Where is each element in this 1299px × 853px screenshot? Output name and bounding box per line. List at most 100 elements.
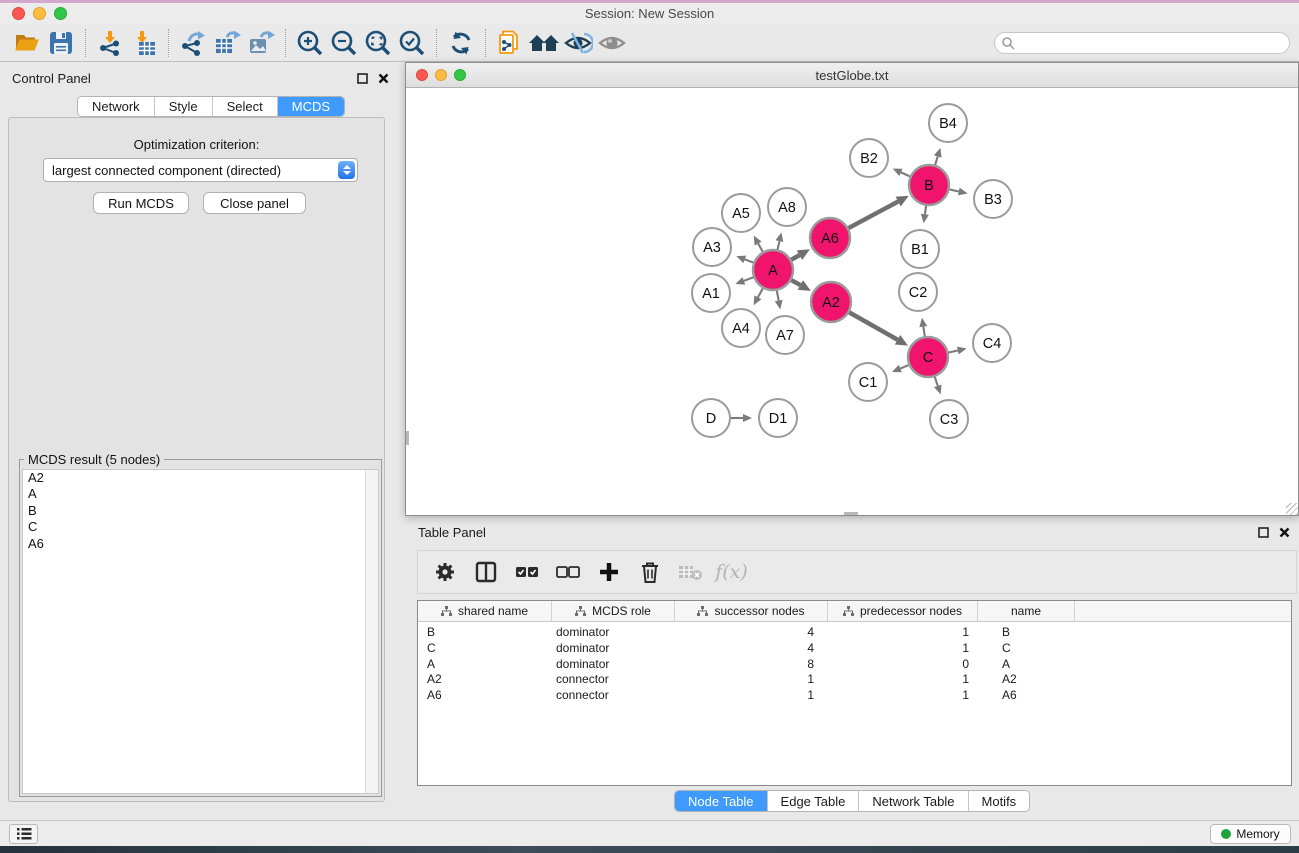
table-cell[interactable]: A [418, 657, 552, 673]
column-header-mcds-role[interactable]: MCDS role [552, 601, 675, 621]
graph-edge[interactable] [935, 156, 938, 165]
open-session-button[interactable] [10, 28, 44, 58]
table-row[interactable]: A2connector11A2 [418, 672, 1291, 688]
graph-edge[interactable] [758, 288, 763, 298]
refresh-button[interactable] [444, 28, 478, 58]
table-row[interactable]: Adominator80A [418, 657, 1291, 673]
table-cell[interactable]: connector [552, 688, 675, 704]
split-view-button[interactable] [467, 555, 504, 589]
graph-edge[interactable] [745, 259, 755, 263]
mcds-result-list[interactable]: A2ABCA6 [22, 469, 379, 794]
duplicate-network-button[interactable] [493, 28, 527, 58]
graph-edge[interactable] [790, 255, 799, 260]
mcds-result-item[interactable]: A [23, 486, 378, 502]
table-cell[interactable]: 1 [828, 625, 978, 641]
graph-edge[interactable] [777, 290, 779, 301]
table-cell[interactable]: A2 [978, 672, 1075, 688]
table-cell[interactable]: B [978, 625, 1075, 641]
graph-edge[interactable] [848, 202, 899, 229]
close-panel-icon[interactable] [378, 73, 389, 84]
task-history-button[interactable] [9, 824, 38, 844]
table-cell[interactable]: A2 [418, 672, 552, 688]
table-cell[interactable]: 1 [828, 641, 978, 657]
preview-button[interactable] [595, 28, 629, 58]
graph-edge[interactable] [948, 350, 958, 352]
search-input[interactable] [994, 32, 1290, 54]
graph-edge[interactable] [744, 277, 754, 281]
mcds-result-item[interactable]: B [23, 503, 378, 519]
table-cell[interactable]: dominator [552, 641, 675, 657]
tab-motifs[interactable]: Motifs [969, 791, 1030, 811]
delete-table-button[interactable] [672, 555, 709, 589]
home-button[interactable] [527, 28, 561, 58]
graph-edge[interactable] [777, 241, 779, 250]
column-header-shared-name[interactable]: shared name [418, 601, 552, 621]
column-header-name[interactable]: name [978, 601, 1075, 621]
network-graph[interactable]: B4B2BB3A5A8A3A6B1AA1C2A2A4A7C4CC1C3DD1 [406, 89, 1298, 512]
network-canvas[interactable]: B4B2BB3A5A8A3A6B1AA1C2A2A4A7C4CC1C3DD1 [406, 89, 1298, 511]
criterion-select[interactable]: largest connected component (directed) [43, 158, 358, 182]
tab-mcds[interactable]: MCDS [278, 97, 344, 116]
graph-edge[interactable] [901, 172, 911, 176]
table-cell[interactable]: 8 [675, 657, 828, 673]
table-cell[interactable]: A6 [978, 688, 1075, 704]
mcds-result-item[interactable]: A2 [23, 470, 378, 486]
table-cell[interactable]: connector [552, 672, 675, 688]
table-cell[interactable]: C [418, 641, 552, 657]
table-cell[interactable]: A6 [418, 688, 552, 704]
zoom-selected-button[interactable] [395, 28, 429, 58]
table-row[interactable]: Cdominator41C [418, 641, 1291, 657]
table-cell[interactable]: A [978, 657, 1075, 673]
tab-style[interactable]: Style [155, 97, 213, 116]
graph-edge[interactable] [925, 205, 926, 215]
graph-edge[interactable] [949, 189, 959, 191]
graph-edge[interactable] [934, 376, 937, 386]
table-cell[interactable]: dominator [552, 657, 675, 673]
hide-visual-button[interactable] [561, 28, 595, 58]
export-image-button[interactable] [244, 28, 278, 58]
tab-network[interactable]: Network [78, 97, 155, 116]
network-window-titlebar[interactable]: testGlobe.txt [406, 63, 1298, 88]
deselect-all-columns-button[interactable] [549, 555, 586, 589]
table-cell[interactable]: 1 [675, 672, 828, 688]
zoom-in-button[interactable] [293, 28, 327, 58]
tab-node-table[interactable]: Node Table [675, 791, 768, 811]
zoom-out-button[interactable] [327, 28, 361, 58]
window-resize-grip[interactable] [1286, 503, 1298, 515]
table-cell[interactable]: 4 [675, 641, 828, 657]
column-header-successor-nodes[interactable]: successor nodes [675, 601, 828, 621]
table-cell[interactable]: B [418, 625, 552, 641]
select-all-columns-button[interactable] [508, 555, 545, 589]
float-panel-icon[interactable] [357, 73, 368, 84]
float-panel-icon[interactable] [1258, 527, 1269, 538]
export-table-button[interactable] [210, 28, 244, 58]
table-cell[interactable]: 0 [828, 657, 978, 673]
tab-edge-table[interactable]: Edge Table [768, 791, 860, 811]
add-column-button[interactable] [590, 555, 627, 589]
table-cell[interactable]: 4 [675, 625, 828, 641]
import-network-button[interactable] [93, 28, 127, 58]
export-network-button[interactable] [176, 28, 210, 58]
import-table-button[interactable] [127, 28, 161, 58]
graph-edge[interactable] [791, 280, 801, 285]
function-builder-button[interactable]: f(x) [713, 555, 750, 589]
table-cell[interactable]: C [978, 641, 1075, 657]
save-session-button[interactable] [44, 28, 78, 58]
tab-select[interactable]: Select [213, 97, 278, 116]
mcds-result-item[interactable]: A6 [23, 536, 378, 552]
tab-network-table[interactable]: Network Table [859, 791, 968, 811]
graph-edge[interactable] [900, 365, 909, 369]
graph-edge[interactable] [848, 312, 897, 340]
table-cell[interactable]: 1 [828, 688, 978, 704]
column-header-predecessor-nodes[interactable]: predecessor nodes [828, 601, 978, 621]
memory-button[interactable]: Memory [1210, 824, 1291, 844]
table-cell[interactable]: dominator [552, 625, 675, 641]
graph-edge[interactable] [758, 244, 763, 253]
table-cell[interactable]: 1 [828, 672, 978, 688]
table-cell[interactable]: 1 [675, 688, 828, 704]
table-row[interactable]: A6connector11A6 [418, 688, 1291, 704]
run-mcds-button[interactable]: Run MCDS [93, 192, 189, 214]
table-row[interactable]: Bdominator41B [418, 625, 1291, 641]
list-scrollbar[interactable] [365, 470, 378, 793]
graph-edge[interactable] [923, 327, 925, 338]
